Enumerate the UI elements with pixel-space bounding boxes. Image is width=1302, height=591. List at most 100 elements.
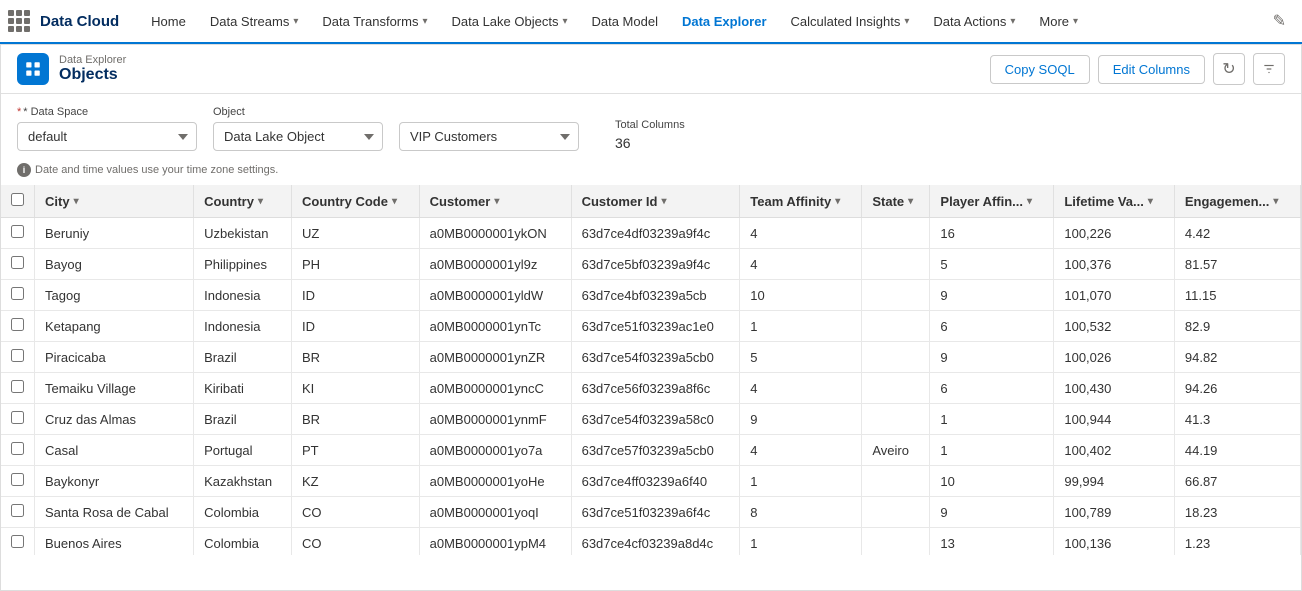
row-checkbox-cell[interactable] — [1, 342, 35, 373]
row-country-code: BR — [292, 404, 420, 435]
th-lifetime-va[interactable]: Lifetime Va... ▾ — [1054, 185, 1175, 218]
row-engagement: 94.82 — [1174, 342, 1300, 373]
edit-columns-button[interactable]: Edit Columns — [1098, 55, 1205, 84]
table-row: Baykonyr Kazakhstan KZ a0MB0000001yoHe 6… — [1, 466, 1301, 497]
th-team-affinity[interactable]: Team Affinity ▾ — [740, 185, 862, 218]
nav-item-data-actions[interactable]: Data Actions ▾ — [921, 0, 1027, 44]
row-city: Beruniy — [35, 218, 194, 249]
sub-header: Data Explorer Objects Copy SOQL Edit Col… — [1, 45, 1301, 94]
row-country-code: KZ — [292, 466, 420, 497]
row-checkbox-cell[interactable] — [1, 373, 35, 404]
row-customer: a0MB0000001ynZR — [419, 342, 571, 373]
row-checkbox[interactable] — [11, 287, 24, 300]
nav-data-actions-label: Data Actions — [933, 14, 1006, 29]
row-country: Philippines — [194, 249, 292, 280]
row-checkbox-cell[interactable] — [1, 311, 35, 342]
info-circle-icon: i — [17, 163, 31, 177]
row-checkbox[interactable] — [11, 442, 24, 455]
nav-data-explorer-label: Data Explorer — [682, 14, 767, 29]
row-checkbox[interactable] — [11, 318, 24, 331]
nav-item-more[interactable]: More ▾ — [1027, 0, 1090, 44]
nav-item-data-model[interactable]: Data Model — [579, 0, 669, 44]
vip-customers-select[interactable]: VIP Customers — [399, 122, 579, 151]
row-player-affin: 16 — [930, 218, 1054, 249]
sort-state-icon: ▾ — [908, 196, 913, 207]
nav-item-calculated-insights[interactable]: Calculated Insights ▾ — [779, 0, 922, 44]
row-lifetime-va: 100,226 — [1054, 218, 1175, 249]
row-player-affin: 1 — [930, 404, 1054, 435]
row-checkbox-cell[interactable] — [1, 466, 35, 497]
row-country-code: ID — [292, 311, 420, 342]
nav-item-home[interactable]: Home — [139, 0, 198, 44]
row-team-affinity: 1 — [740, 528, 862, 556]
row-state — [862, 249, 930, 280]
th-city[interactable]: City ▾ — [35, 185, 194, 218]
th-country[interactable]: Country ▾ — [194, 185, 292, 218]
data-space-select[interactable]: default — [17, 122, 197, 151]
total-columns-group: Total Columns 36 — [595, 119, 685, 151]
data-table: City ▾ Country ▾ Country Code ▾ — [1, 185, 1301, 555]
row-country: Brazil — [194, 342, 292, 373]
select-all-header[interactable] — [1, 185, 35, 218]
nav-item-data-streams[interactable]: Data Streams ▾ — [198, 0, 311, 44]
row-checkbox[interactable] — [11, 225, 24, 238]
table-row: Cruz das Almas Brazil BR a0MB0000001ynmF… — [1, 404, 1301, 435]
row-checkbox[interactable] — [11, 380, 24, 393]
row-checkbox[interactable] — [11, 411, 24, 424]
row-engagement: 66.87 — [1174, 466, 1300, 497]
th-player-affin[interactable]: Player Affin... ▾ — [930, 185, 1054, 218]
row-lifetime-va: 100,026 — [1054, 342, 1175, 373]
row-team-affinity: 10 — [740, 280, 862, 311]
select-all-checkbox[interactable] — [11, 193, 24, 206]
row-player-affin: 9 — [930, 497, 1054, 528]
content-area: Data Explorer Objects Copy SOQL Edit Col… — [0, 44, 1302, 591]
object-group: Object Data Lake Object — [213, 106, 383, 151]
row-player-affin: 6 — [930, 373, 1054, 404]
th-state[interactable]: State ▾ — [862, 185, 930, 218]
row-checkbox-cell[interactable] — [1, 528, 35, 556]
row-country-code: CO — [292, 497, 420, 528]
table-row: Ketapang Indonesia ID a0MB0000001ynTc 63… — [1, 311, 1301, 342]
th-customer[interactable]: Customer ▾ — [419, 185, 571, 218]
row-checkbox-cell[interactable] — [1, 249, 35, 280]
edit-nav-icon[interactable]: ✎ — [1265, 11, 1294, 31]
row-checkbox[interactable] — [11, 535, 24, 548]
nav-item-data-lake-objects[interactable]: Data Lake Objects ▾ — [440, 0, 580, 44]
row-city: Buenos Aires — [35, 528, 194, 556]
filter-button[interactable] — [1253, 53, 1285, 85]
info-text: Date and time values use your time zone … — [35, 164, 278, 176]
nav-calculated-insights-chevron: ▾ — [904, 16, 909, 27]
sort-lifetime-va-icon: ▾ — [1148, 196, 1153, 207]
copy-soql-button[interactable]: Copy SOQL — [990, 55, 1090, 84]
data-table-container[interactable]: City ▾ Country ▾ Country Code ▾ — [1, 185, 1301, 555]
row-checkbox-cell[interactable] — [1, 435, 35, 466]
app-launcher-icon[interactable] — [8, 10, 30, 32]
nav-more-label: More — [1039, 14, 1069, 29]
row-country: Indonesia — [194, 311, 292, 342]
row-checkbox-cell[interactable] — [1, 218, 35, 249]
th-country-code[interactable]: Country Code ▾ — [292, 185, 420, 218]
row-customer-id: 63d7ce54f03239a5cb0 — [571, 342, 740, 373]
nav-item-data-explorer[interactable]: Data Explorer — [670, 0, 779, 44]
nav-items-list: Home Data Streams ▾ Data Transforms ▾ Da… — [139, 0, 1264, 42]
row-checkbox-cell[interactable] — [1, 497, 35, 528]
th-customer-id[interactable]: Customer Id ▾ — [571, 185, 740, 218]
row-lifetime-va: 100,136 — [1054, 528, 1175, 556]
refresh-button[interactable]: ↻ — [1213, 53, 1245, 85]
row-checkbox[interactable] — [11, 504, 24, 517]
row-team-affinity: 4 — [740, 218, 862, 249]
row-checkbox[interactable] — [11, 256, 24, 269]
row-checkbox[interactable] — [11, 473, 24, 486]
row-checkbox-cell[interactable] — [1, 404, 35, 435]
row-city: Ketapang — [35, 311, 194, 342]
sort-customer-icon: ▾ — [494, 196, 499, 207]
nav-item-data-transforms[interactable]: Data Transforms ▾ — [310, 0, 439, 44]
th-engagement[interactable]: Engagemen... ▾ — [1174, 185, 1300, 218]
object-select[interactable]: Data Lake Object — [213, 122, 383, 151]
table-row: Temaiku Village Kiribati KI a0MB0000001y… — [1, 373, 1301, 404]
sort-team-affinity-icon: ▾ — [835, 196, 840, 207]
row-country: Indonesia — [194, 280, 292, 311]
row-checkbox-cell[interactable] — [1, 280, 35, 311]
row-checkbox[interactable] — [11, 349, 24, 362]
row-city: Tagog — [35, 280, 194, 311]
